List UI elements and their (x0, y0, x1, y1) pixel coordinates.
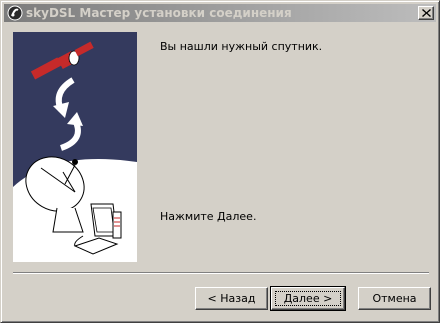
skydsl-logo-icon (7, 5, 23, 21)
next-button-label: Далее > (283, 292, 333, 305)
close-button[interactable] (418, 6, 434, 20)
instruction-text: Нажмите Далее. (160, 210, 257, 223)
wizard-window: skyDSL Мастер установки соединения Вы на… (0, 0, 440, 323)
separator (13, 272, 429, 274)
wizard-illustration (13, 32, 137, 262)
close-icon (422, 9, 431, 17)
window-title: skyDSL Мастер установки соединения (26, 6, 292, 20)
cancel-button[interactable]: Отмена (358, 287, 431, 310)
next-button[interactable]: Далее > (270, 286, 346, 311)
status-message: Вы нашли нужный спутник. (160, 40, 323, 53)
back-button[interactable]: < Назад (195, 287, 268, 310)
title-bar[interactable]: skyDSL Мастер установки соединения (4, 4, 436, 22)
